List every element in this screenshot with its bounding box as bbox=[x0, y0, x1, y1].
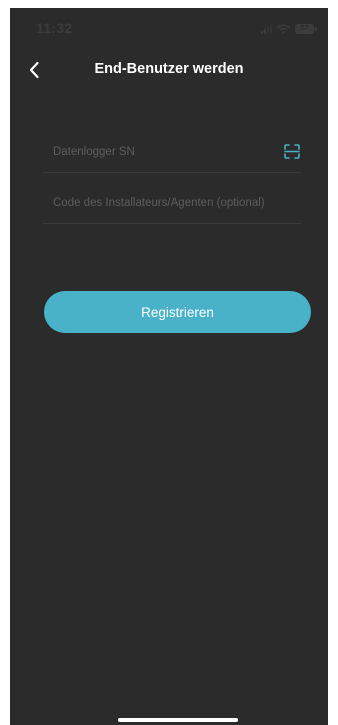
datalogger-sn-field bbox=[43, 132, 301, 173]
scan-button[interactable] bbox=[282, 141, 302, 161]
home-indicator bbox=[118, 718, 238, 722]
app-screen: 11:32 57 End-Benutzer werden Datenlogger… bbox=[10, 8, 328, 725]
wifi-icon bbox=[277, 24, 290, 34]
installer-code-field bbox=[43, 183, 303, 224]
datalogger-sn-input[interactable] bbox=[53, 142, 273, 162]
nav-header: End-Benutzer werden bbox=[10, 54, 328, 86]
cellular-signal-icon bbox=[261, 24, 272, 34]
status-icons: 57 bbox=[261, 23, 317, 35]
scan-icon bbox=[284, 143, 300, 159]
installer-code-input[interactable] bbox=[53, 193, 303, 213]
status-time: 11:32 bbox=[36, 20, 73, 36]
status-bar: 11:32 57 bbox=[10, 8, 328, 52]
battery-icon: 57 bbox=[295, 24, 317, 34]
page-title: End-Benutzer werden bbox=[94, 61, 244, 77]
register-button[interactable]: Registrieren bbox=[44, 291, 311, 333]
